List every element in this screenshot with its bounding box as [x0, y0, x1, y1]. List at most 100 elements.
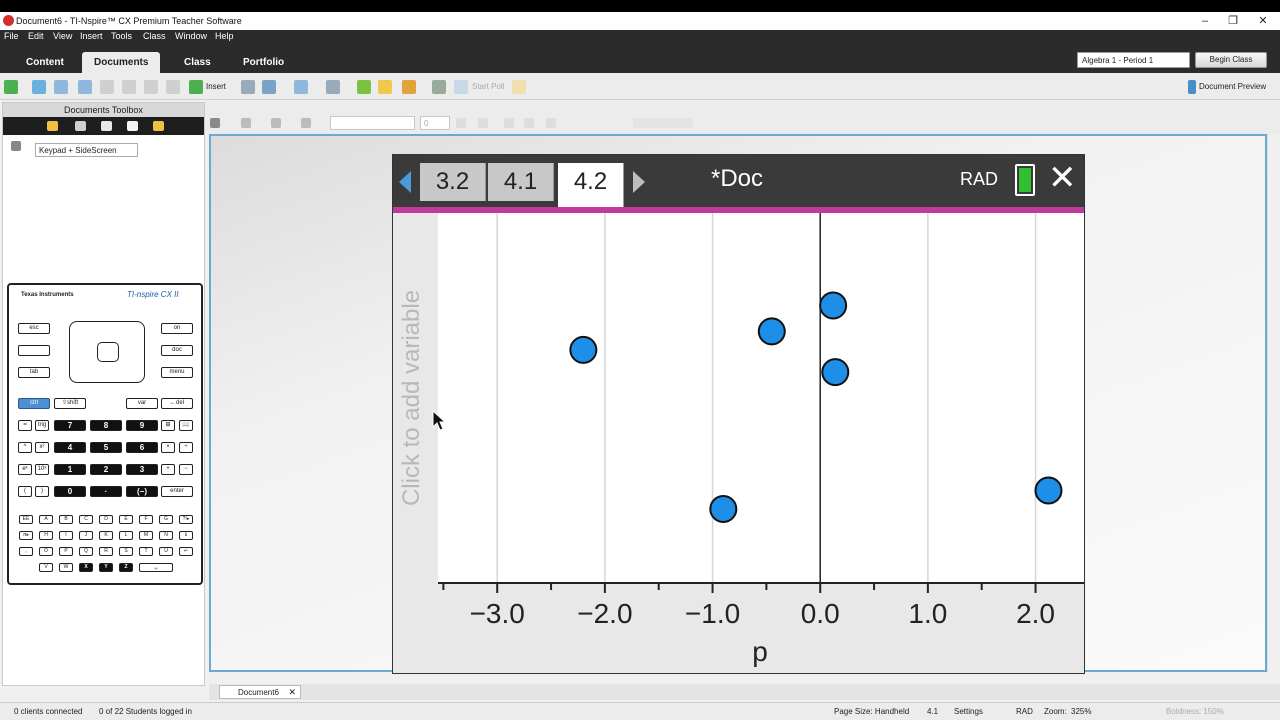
menu-view[interactable]: View: [53, 31, 72, 41]
content-explorer-icon[interactable]: [153, 121, 164, 131]
alpha-key-3[interactable]: C: [79, 515, 93, 524]
font-select[interactable]: [330, 116, 415, 130]
page-tab-4-2[interactable]: 4.2: [558, 163, 624, 207]
document-preview-button[interactable]: Document Preview: [1199, 82, 1266, 91]
decrease-font-icon[interactable]: [478, 118, 488, 128]
settings-button[interactable]: Settings: [954, 707, 983, 716]
menu-window[interactable]: Window: [175, 31, 207, 41]
alpha-key-6[interactable]: F: [139, 515, 153, 524]
alpha-key-4[interactable]: D: [99, 515, 113, 524]
italic-icon[interactable]: [524, 118, 534, 128]
enter-key[interactable]: enter: [161, 486, 193, 497]
copy-icon[interactable]: [144, 80, 158, 94]
keypad-view-select[interactable]: Keypad + SideScreen: [35, 143, 138, 157]
y-axis-variable-prompt[interactable]: Click to add variable: [398, 290, 425, 506]
tools-icon[interactable]: [210, 118, 220, 128]
ten-power-key[interactable]: 10ˣ: [35, 464, 49, 475]
page-tab-4-1[interactable]: 4.1: [488, 163, 554, 201]
digit-7-key[interactable]: 7: [54, 420, 86, 431]
alpha-key-10[interactable]: H: [39, 531, 53, 540]
alpha-key-22[interactable]: R: [99, 547, 113, 556]
alpha-key-15[interactable]: M: [139, 531, 153, 540]
template-key[interactable]: ⊞: [161, 420, 175, 431]
page-size[interactable]: Page Size: Handheld: [834, 707, 909, 716]
digit-9-key[interactable]: 9: [126, 420, 158, 431]
data-point[interactable]: [821, 358, 850, 387]
divide-key[interactable]: ÷: [179, 442, 193, 453]
digit-3-key[interactable]: 3: [126, 464, 158, 475]
var-key[interactable]: var: [126, 398, 158, 409]
alpha-key-11[interactable]: I: [59, 531, 73, 540]
line-color-icon[interactable]: [271, 118, 281, 128]
handheld-emulator-icon[interactable]: [101, 121, 112, 131]
alpha-key-13[interactable]: K: [99, 531, 113, 540]
tab-portfolio[interactable]: Portfolio: [231, 52, 296, 73]
emulator-view-icon[interactable]: [11, 141, 21, 151]
tab-class[interactable]: Class: [172, 52, 223, 73]
angle-mode-status[interactable]: RAD: [1016, 707, 1033, 716]
menu-insert[interactable]: Insert: [80, 31, 103, 41]
alpha-key-19[interactable]: O: [39, 547, 53, 556]
alpha-key-2[interactable]: B: [59, 515, 73, 524]
equals-key[interactable]: =: [18, 420, 32, 431]
open-paren-key[interactable]: (: [18, 486, 32, 497]
power-key[interactable]: ^: [18, 442, 32, 453]
digit-6-key[interactable]: 6: [126, 442, 158, 453]
close-paren-key[interactable]: ): [35, 486, 49, 497]
start-poll-button[interactable]: Start Poll: [472, 82, 504, 91]
alpha-key-29[interactable]: X: [79, 563, 93, 572]
page-tab-3-2[interactable]: 3.2: [420, 163, 486, 201]
alpha-key-7[interactable]: G: [159, 515, 173, 524]
send-to-class-icon[interactable]: [432, 80, 446, 94]
page-layout-icon[interactable]: [262, 80, 276, 94]
insert-icon[interactable]: [189, 80, 203, 94]
back-arrow-icon[interactable]: [357, 80, 371, 94]
vertical-scrollbar[interactable]: [1267, 134, 1279, 672]
menu-tools[interactable]: Tools: [111, 31, 132, 41]
document-tools-icon[interactable]: [47, 121, 58, 131]
digit-1-key[interactable]: 1: [54, 464, 86, 475]
ctrl-key[interactable]: ctrl: [18, 398, 50, 409]
close-tab-icon[interactable]: ✕: [288, 687, 296, 698]
menu-file[interactable]: File: [4, 31, 19, 41]
undo-icon[interactable]: [78, 80, 92, 94]
tab-documents[interactable]: Documents: [82, 52, 161, 73]
forward-arrow-icon[interactable]: [378, 80, 392, 94]
esc-key[interactable]: esc: [18, 323, 50, 334]
scratchpad-key[interactable]: [18, 345, 50, 356]
alpha-key-30[interactable]: Y: [99, 563, 113, 572]
digit-5-key[interactable]: 5: [90, 442, 122, 453]
alpha-key-25[interactable]: U: [159, 547, 173, 556]
alpha-key-26[interactable]: ↵: [179, 547, 193, 556]
alpha-key-5[interactable]: E: [119, 515, 133, 524]
menu-edit[interactable]: Edit: [28, 31, 44, 41]
trig-key[interactable]: trig: [35, 420, 49, 431]
document-tab[interactable]: Document6 ✕: [219, 685, 301, 699]
data-point[interactable]: [757, 317, 786, 346]
alpha-key-31[interactable]: Z: [119, 563, 133, 572]
alpha-key-24[interactable]: T: [139, 547, 153, 556]
document-preview-icon[interactable]: [1188, 80, 1196, 94]
alpha-key-23[interactable]: S: [119, 547, 133, 556]
menu-class[interactable]: Class: [143, 31, 166, 41]
text-color-icon[interactable]: [301, 118, 311, 128]
catalog-key[interactable]: 📖: [179, 420, 193, 431]
alpha-key-16[interactable]: N: [159, 531, 173, 540]
menu-help[interactable]: Help: [215, 31, 234, 41]
alpha-key-12[interactable]: J: [79, 531, 93, 540]
insert-button[interactable]: Insert: [206, 82, 226, 91]
close-document-icon[interactable]: ✕: [1048, 161, 1077, 195]
data-plot[interactable]: −3.0 −2.0 −1.0 0.0 1.0 2.0 p Click to add var…: [393, 213, 1084, 673]
alpha-key-27[interactable]: V: [39, 563, 53, 572]
data-point[interactable]: [709, 495, 738, 523]
screen-capture-icon[interactable]: [294, 80, 308, 94]
tab-key[interactable]: tab: [18, 367, 50, 378]
digit-2-key[interactable]: 2: [90, 464, 122, 475]
alpha-key-8[interactable]: ?!▸: [179, 515, 193, 524]
start-poll-icon[interactable]: [454, 80, 468, 94]
doc-key[interactable]: doc: [161, 345, 193, 356]
touchpad-center[interactable]: [97, 342, 119, 362]
touchpad[interactable]: [69, 321, 145, 383]
digit-0-key[interactable]: 0: [54, 486, 86, 497]
negative-key[interactable]: (−): [126, 486, 158, 497]
